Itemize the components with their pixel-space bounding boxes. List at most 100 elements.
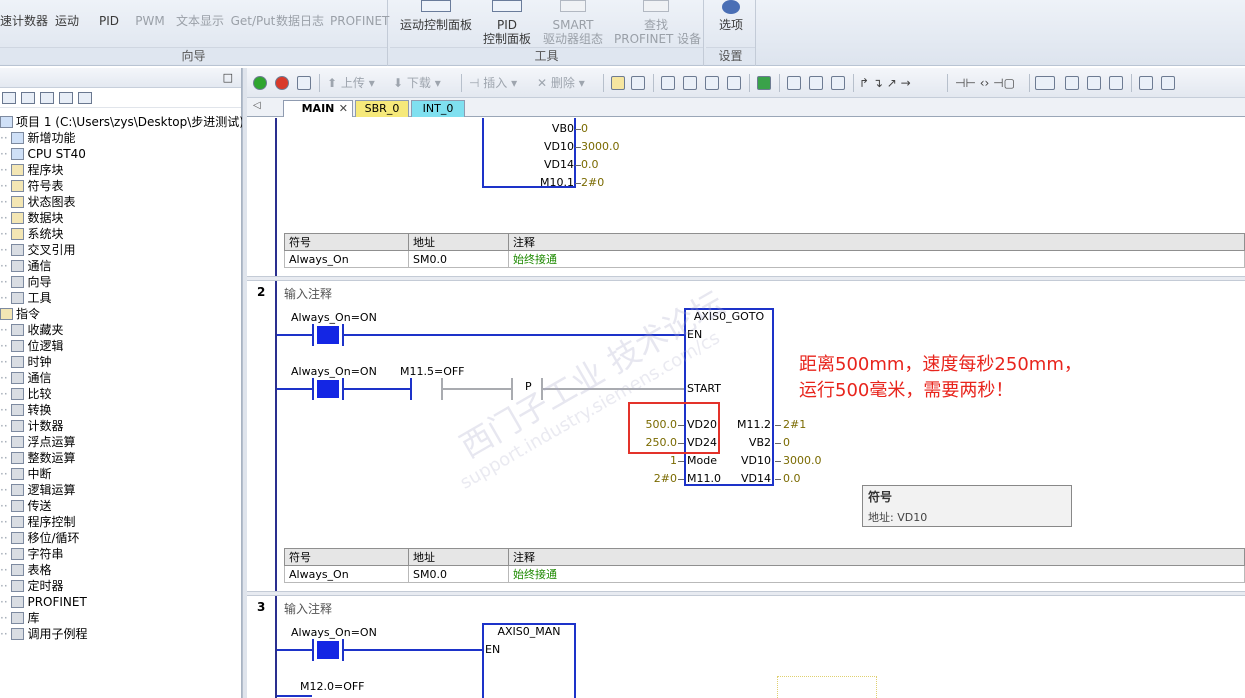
edit-icon[interactable] [1087, 76, 1101, 90]
tab-int0[interactable]: INT_0 [411, 100, 465, 117]
sym-cell-address[interactable]: SM0.0 [408, 565, 509, 583]
ribbon-hsc-button[interactable]: 速计数器 [0, 0, 48, 36]
tree-monitor-icon[interactable] [78, 92, 92, 104]
tree-list-icon[interactable] [40, 92, 54, 104]
tree-view-icon[interactable] [2, 92, 16, 104]
tab-scroll-left-icon[interactable]: ◁ [253, 100, 261, 111]
ladder-element-tools[interactable]: ⊣⊢ ‹› ⊣▢ [955, 75, 1015, 91]
sym-cell-address[interactable]: SM0.0 [408, 250, 509, 268]
positive-edge-p[interactable]: P [525, 380, 532, 393]
ribbon-motion-button[interactable]: 运动 [50, 0, 84, 36]
tree-inst-8[interactable]: ·· 整数运算 [0, 450, 75, 466]
find-profinet-device-button[interactable]: 查找 PROFINET 设备 [614, 0, 701, 46]
tree-item-4[interactable]: ·· 状态图表 [0, 194, 75, 210]
prev-bookmark-icon[interactable] [683, 76, 697, 90]
tree-inst-16[interactable]: ·· 定时器 [0, 578, 63, 594]
symbol-table-icon[interactable] [1065, 76, 1079, 90]
tree-item-8[interactable]: ·· 通信 [0, 258, 51, 274]
write-icon[interactable] [1109, 76, 1123, 90]
upload-button[interactable]: ⬆ 上传 ▾ [327, 75, 375, 91]
tree-item-9[interactable]: ·· 向导 [0, 274, 51, 290]
print-icon[interactable] [1161, 76, 1175, 90]
net1-pin-2: VD14 [544, 158, 574, 171]
run-icon[interactable] [253, 76, 267, 90]
tree-inst-18[interactable]: ·· 库 [0, 610, 39, 626]
always-on-contact-2[interactable] [317, 380, 339, 398]
pid-control-panel-button[interactable]: PID 控制面板 [478, 0, 536, 46]
unlock-icon[interactable] [831, 76, 845, 90]
network2-comment[interactable]: 输入注释 [284, 285, 332, 302]
tree-item-2[interactable]: ·· 程序块 [0, 162, 63, 178]
tree-item-1[interactable]: ·· CPU ST40 [0, 146, 86, 162]
monitor-pause-icon[interactable] [631, 76, 645, 90]
tree-inst-14[interactable]: ·· 字符串 [0, 546, 63, 562]
ribbon-textdisplay-button[interactable]: 文本显示 [172, 0, 228, 36]
goto-icon[interactable] [757, 76, 771, 90]
monitor-program-icon[interactable] [611, 76, 625, 90]
lock-all-icon[interactable] [809, 76, 823, 90]
tree-inst-19[interactable]: ·· 调用子例程 [0, 626, 87, 642]
compare-icon[interactable] [1139, 76, 1153, 90]
tree-inst-3[interactable]: ·· 通信 [0, 370, 51, 386]
sym-cell-symbol[interactable]: Always_On [284, 250, 409, 268]
ribbon-profinet-button[interactable]: PROFINET [330, 0, 389, 36]
always-on-contact-3[interactable] [317, 641, 339, 659]
sym-cell-symbol[interactable]: Always_On [284, 565, 409, 583]
stop-icon[interactable] [275, 76, 289, 90]
lock-icon[interactable] [787, 76, 801, 90]
ladder-branch-tools[interactable]: ↱ ↴ ↗ → [859, 75, 911, 91]
always-on-contact[interactable] [317, 326, 339, 344]
ribbon-datalog-button[interactable]: 数据日志 [272, 0, 328, 36]
tree-connector: ·· [0, 627, 12, 641]
next-bookmark-icon[interactable] [705, 76, 719, 90]
bookmark-icon[interactable] [661, 76, 675, 90]
tree-inst-17[interactable]: ·· PROFINET [0, 594, 87, 610]
tree-table-icon[interactable] [59, 92, 73, 104]
smart-drive-config-button[interactable]: SMART 驱动器组态 [536, 0, 610, 46]
tree-inst-13[interactable]: ·· 移位/循环 [0, 530, 80, 546]
tree-inst-2[interactable]: ·· 时钟 [0, 354, 51, 370]
tree-inst-15[interactable]: ·· 表格 [0, 562, 51, 578]
tree-item-0[interactable]: ·· 新增功能 [0, 130, 75, 146]
sym-cell-comment[interactable]: 始终接通 [508, 565, 1245, 583]
pin-icon[interactable]: □ [223, 71, 233, 84]
net1-val-2: 0.0 [581, 158, 599, 171]
tree-item-5[interactable]: ·· 数据块 [0, 210, 63, 226]
motion-control-panel-button[interactable]: 运动控制面板 [394, 0, 478, 36]
tree-inst-11[interactable]: ·· 传送 [0, 498, 51, 514]
tree-inst-4[interactable]: ·· 比较 [0, 386, 51, 402]
tree-instructions[interactable]: 指令 [0, 306, 40, 322]
tree-inst-12[interactable]: ·· 程序控制 [0, 514, 75, 530]
compile-icon[interactable] [297, 76, 311, 90]
tree-inst-0[interactable]: ·· 收藏夹 [0, 322, 63, 338]
clear-bookmark-icon[interactable] [727, 76, 741, 90]
tree-item-6[interactable]: ·· 系统块 [0, 226, 63, 242]
symbol-icon[interactable] [1035, 76, 1055, 90]
network3-comment[interactable]: 输入注释 [284, 600, 332, 617]
tab-main[interactable]: MAIN ✕ [283, 100, 353, 117]
tab-sbr0[interactable]: SBR_0 [355, 100, 409, 117]
tree-inst-5[interactable]: ·· 转换 [0, 402, 51, 418]
tree-inst-7[interactable]: ·· 浮点运算 [0, 434, 75, 450]
tree-inst-10[interactable]: ·· 逻辑运算 [0, 482, 75, 498]
sym-cell-comment[interactable]: 始终接通 [508, 250, 1245, 268]
tree-project-root[interactable]: 项目 1 (C:\Users\zys\Desktop\步进测试) [0, 114, 244, 130]
tree-item-3[interactable]: ·· 符号表 [0, 178, 63, 194]
ribbon-pwm-button[interactable]: PWM [134, 0, 166, 36]
ladder-editor[interactable]: VB0 0 VD10 3000.0 VD14 0.0 M10.1 2#0 符号 … [247, 118, 1245, 698]
ribbon-pid-button[interactable]: PID [94, 0, 124, 36]
tree-item-7[interactable]: ·· 交叉引用 [0, 242, 75, 258]
tree-inst-9[interactable]: ·· 中断 [0, 466, 51, 482]
close-icon[interactable]: ✕ [339, 101, 348, 117]
tree-inst-1[interactable]: ·· 位逻辑 [0, 338, 63, 354]
smart-drive-icon [560, 0, 586, 12]
tree-item-10[interactable]: ·· 工具 [0, 290, 51, 306]
options-button[interactable]: 选项 [710, 0, 752, 36]
download-button[interactable]: ⬇ 下载 ▾ [393, 75, 441, 91]
tree-inst-6[interactable]: ·· 计数器 [0, 418, 63, 434]
delete-button[interactable]: ✕ 删除 ▾ [537, 75, 585, 91]
ribbon-getput-button[interactable]: Get/Put [230, 0, 276, 36]
insert-button[interactable]: ⊣ 插入 ▾ [469, 75, 517, 91]
net2-contact2-text: Always_On=ON [291, 365, 377, 378]
tree-doc-icon[interactable] [21, 92, 35, 104]
